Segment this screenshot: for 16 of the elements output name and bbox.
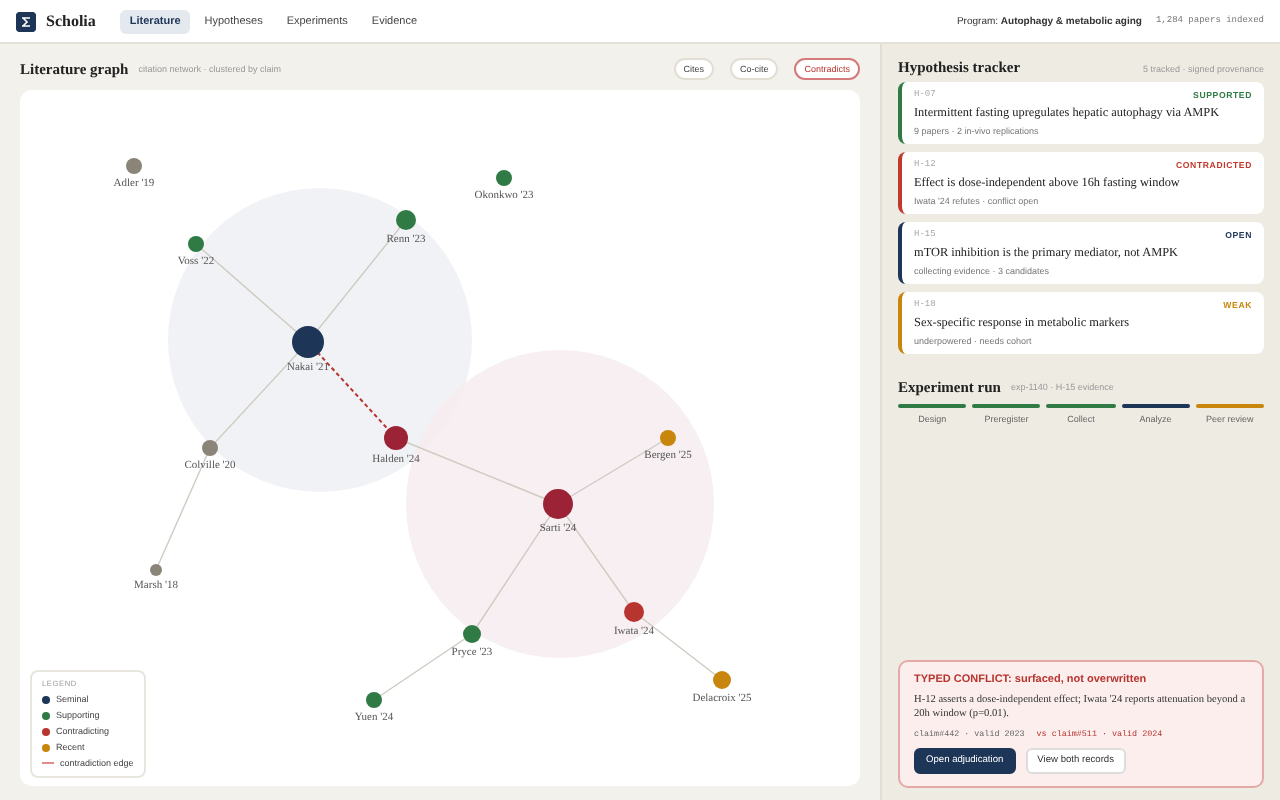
paper-node[interactable] bbox=[496, 170, 512, 186]
app-name: Scholia bbox=[46, 12, 96, 30]
paper-node[interactable] bbox=[292, 326, 324, 358]
paper-node[interactable] bbox=[624, 602, 644, 622]
paper-node[interactable] bbox=[543, 489, 573, 519]
paper-node[interactable] bbox=[188, 236, 204, 252]
paper-node[interactable] bbox=[384, 426, 408, 450]
paper-node[interactable] bbox=[126, 158, 142, 174]
paper-node[interactable] bbox=[713, 671, 731, 689]
paper-node[interactable] bbox=[150, 564, 162, 576]
paper-node[interactable] bbox=[366, 692, 382, 708]
logo-icon bbox=[16, 11, 36, 31]
paper-node[interactable] bbox=[660, 430, 676, 446]
paper-node[interactable] bbox=[396, 210, 416, 230]
paper-node[interactable] bbox=[202, 440, 218, 456]
paper-node[interactable] bbox=[463, 625, 481, 643]
